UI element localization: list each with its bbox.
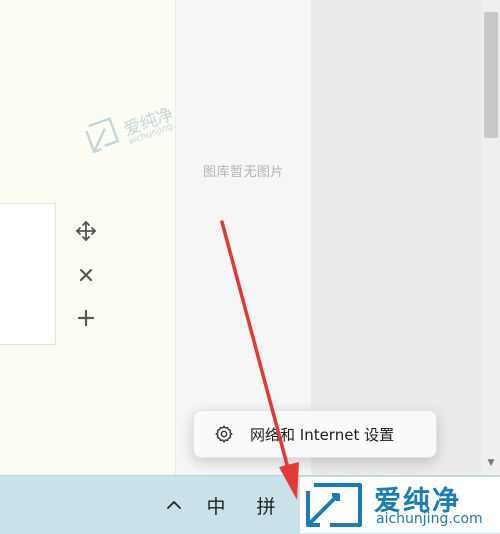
plus-icon[interactable] [72, 304, 100, 332]
network-settings-popup[interactable]: 网络和 Internet 设置 [193, 410, 437, 458]
editor-content-box[interactable] [0, 203, 56, 345]
ime-mode-button[interactable]: 中 [200, 476, 232, 534]
scrollbar-thumb[interactable] [484, 12, 498, 138]
close-icon[interactable] [72, 261, 100, 289]
editor-canvas: 爱纯净 aichunjing.com [0, 0, 195, 475]
watermark-logo-icon [85, 116, 120, 154]
right-panel [311, 0, 482, 475]
chevron-up-icon [167, 501, 181, 509]
scroll-down-icon[interactable]: ▼ [484, 456, 498, 470]
gallery-empty-text: 图库暂无图片 [202, 165, 284, 180]
gear-icon [212, 422, 236, 446]
ime-type-button[interactable]: 拼 [250, 476, 282, 534]
show-hidden-icons-button[interactable] [160, 476, 188, 534]
brand-logo-icon [306, 483, 362, 527]
gallery-panel: 图库暂无图片 [175, 0, 312, 475]
network-settings-label: 网络和 Internet 设置 [250, 425, 395, 444]
brand-domain: aichunjing.com [376, 511, 483, 527]
brand-logo: 爱纯净 aichunjing.com [300, 477, 500, 533]
move-icon[interactable] [72, 217, 100, 245]
